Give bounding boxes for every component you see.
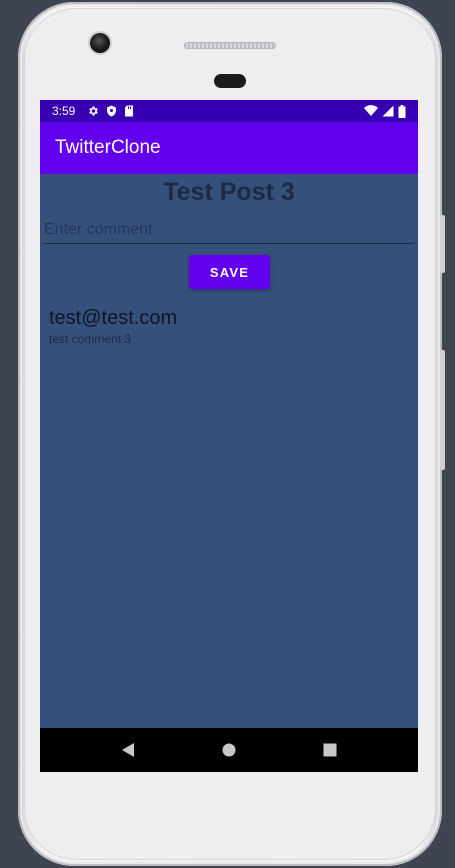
wifi-icon	[364, 105, 378, 117]
back-icon[interactable]	[120, 742, 136, 758]
status-time: 3:59	[52, 104, 76, 118]
sd-card-icon	[124, 105, 134, 117]
system-icons	[364, 104, 406, 118]
home-icon[interactable]	[221, 742, 237, 758]
status-bar: 3:59	[40, 100, 418, 122]
gear-icon	[87, 105, 99, 117]
recents-icon[interactable]	[322, 742, 338, 758]
comment-text: test comment 3	[49, 332, 132, 346]
device-screen: 3:59 TwitterClone Test Post 3 Enter comm…	[40, 100, 418, 772]
front-camera	[90, 33, 110, 53]
signal-icon	[382, 105, 394, 117]
shield-icon	[106, 105, 117, 117]
power-button[interactable]	[440, 215, 445, 273]
earpiece-speaker	[184, 42, 276, 49]
post-detail-content: Test Post 3 SAVE test@test.com test comm…	[40, 174, 418, 728]
proximity-sensor	[214, 74, 246, 88]
volume-button[interactable]	[440, 350, 445, 470]
comment-author: test@test.com	[49, 307, 178, 329]
navigation-bar	[40, 728, 418, 772]
emulator-stage: 3:59 TwitterClone Test Post 3 Enter comm…	[0, 0, 455, 868]
comment-list-item: test@test.com test comment 3	[49, 306, 409, 347]
comment-input[interactable]	[43, 217, 415, 244]
notification-icons	[87, 105, 134, 117]
post-title: Test Post 3	[163, 178, 295, 206]
app-bar: TwitterClone	[40, 122, 418, 174]
save-button[interactable]: SAVE	[189, 255, 270, 289]
battery-icon	[398, 104, 406, 118]
app-title: TwitterClone	[55, 137, 161, 158]
